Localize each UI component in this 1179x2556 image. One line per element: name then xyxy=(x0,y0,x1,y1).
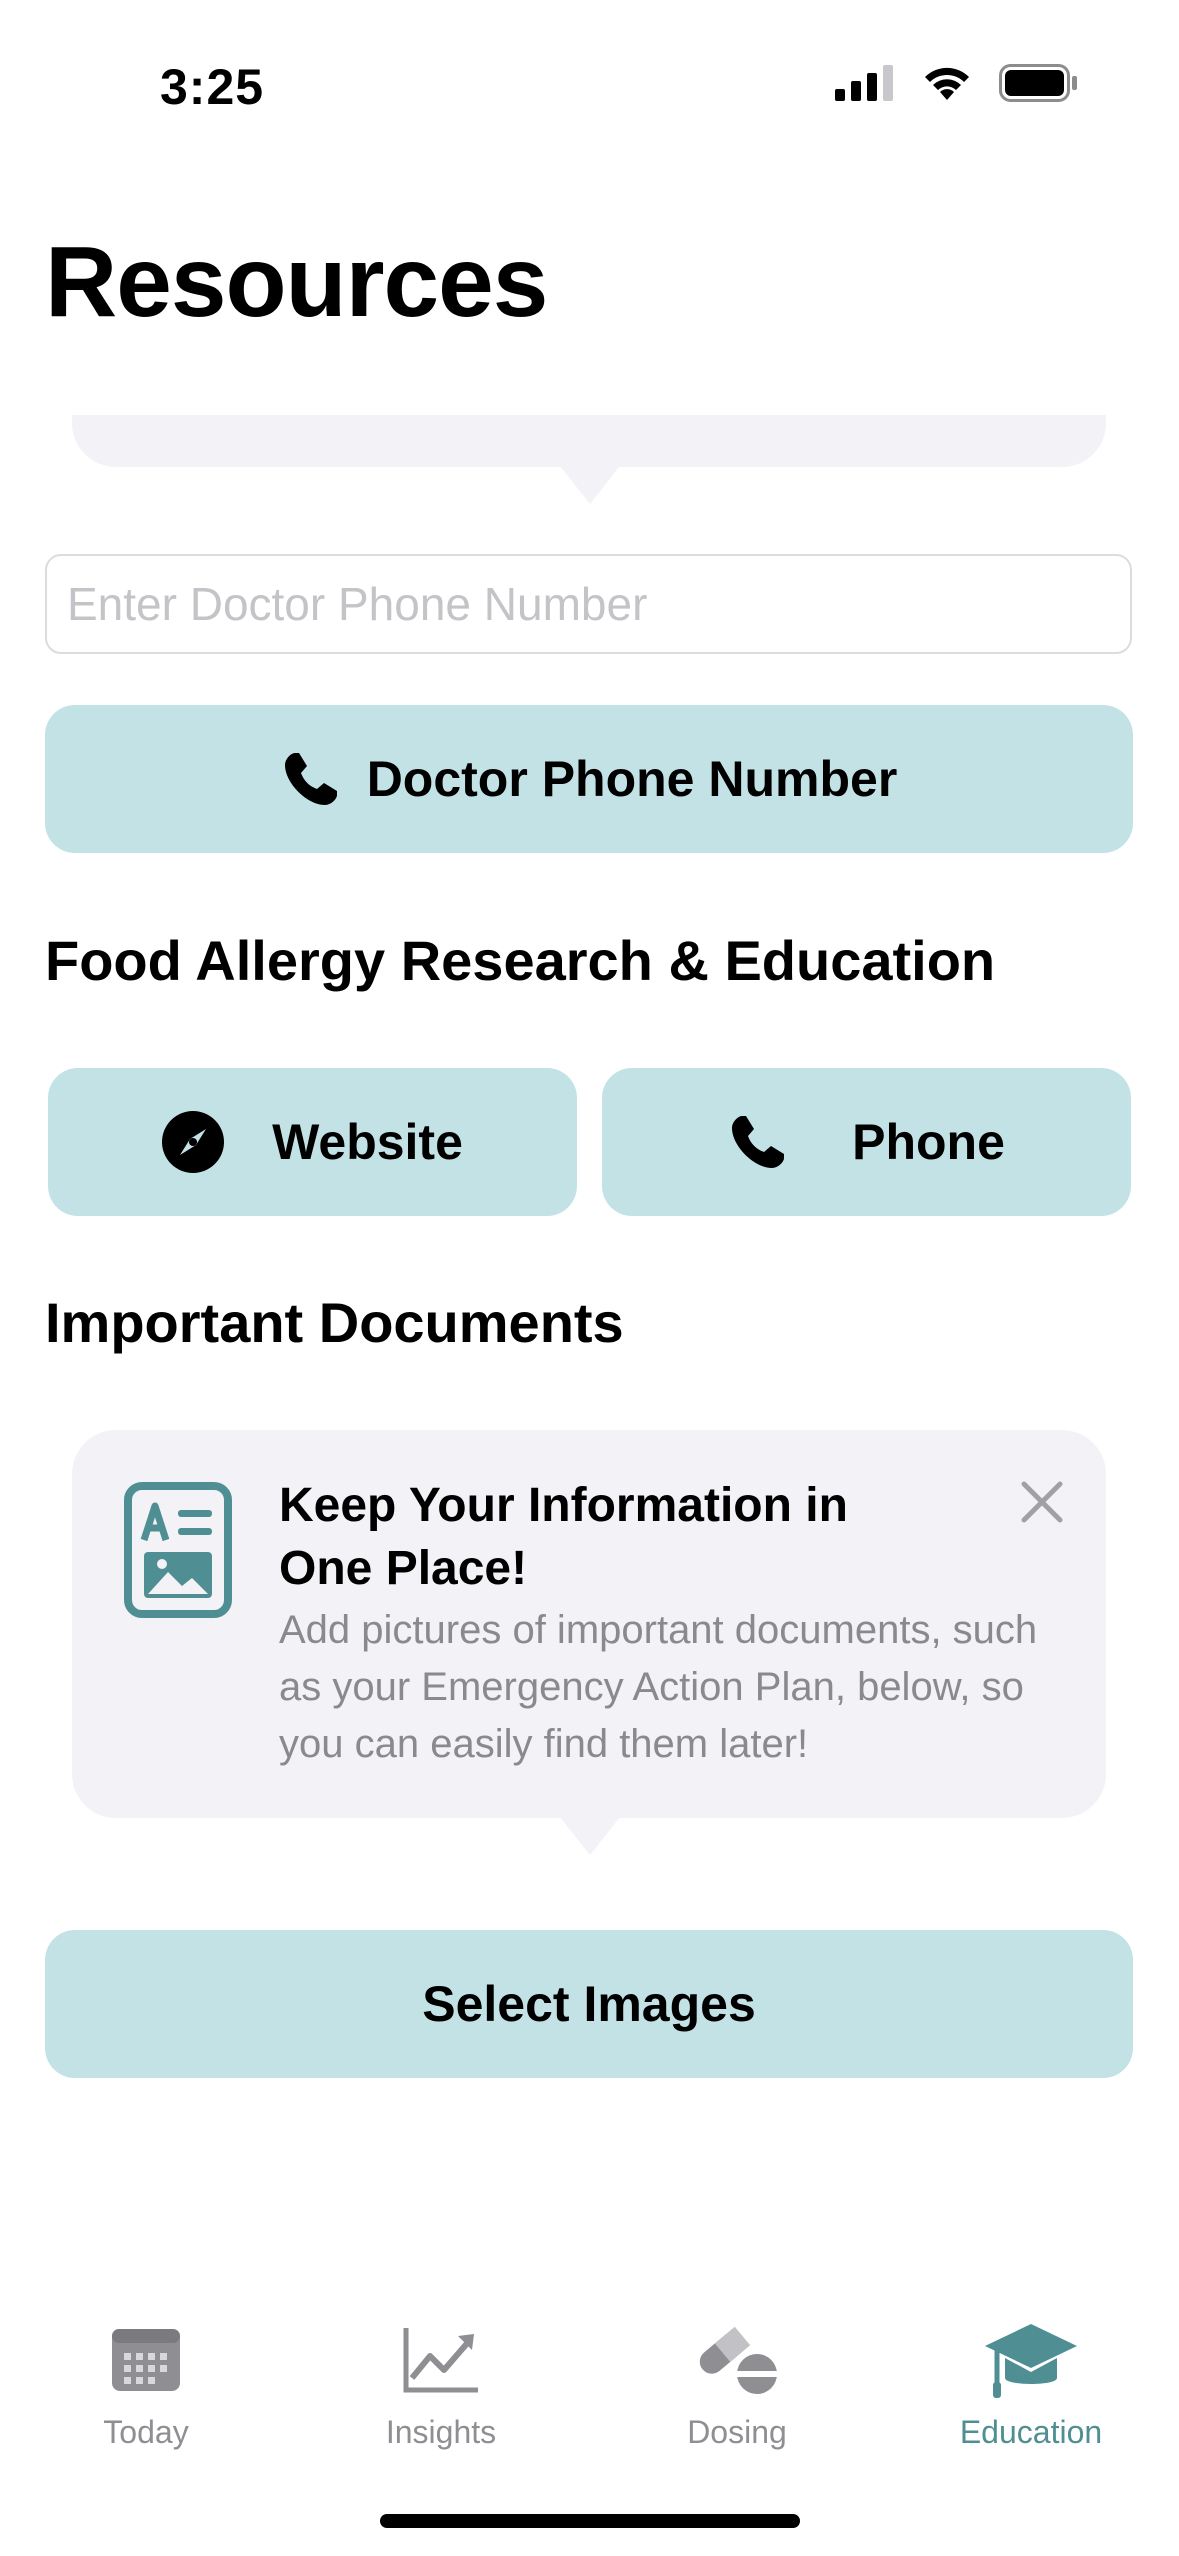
fare-phone-button[interactable]: Phone xyxy=(602,1068,1131,1216)
tab-education-label: Education xyxy=(959,2414,1103,2450)
doctor-phone-input[interactable] xyxy=(45,554,1132,654)
calendar-icon xyxy=(110,2320,182,2400)
phone-icon xyxy=(728,1112,788,1172)
chart-icon xyxy=(402,2320,480,2400)
tab-today-label: Today xyxy=(103,2414,189,2450)
documents-tip-card: Keep Your Information in One Place! Add … xyxy=(72,1430,1106,1818)
home-indicator[interactable] xyxy=(380,2514,800,2528)
fare-phone-label: Phone xyxy=(852,1114,1005,1170)
tab-dosing[interactable]: Dosing xyxy=(617,2320,857,2451)
tab-education[interactable]: Education xyxy=(911,2320,1151,2451)
tab-dosing-label: Dosing xyxy=(687,2414,787,2450)
doctor-phone-button-label: Doctor Phone Number xyxy=(366,751,898,807)
documents-section-heading: Important Documents xyxy=(45,1291,624,1354)
compass-icon xyxy=(162,1111,225,1173)
tab-today[interactable]: Today xyxy=(26,2320,266,2451)
tab-insights-label: Insights xyxy=(385,2414,497,2450)
resources-screen: 3:25 Resources Doctor Phone xyxy=(0,0,1179,2556)
tab-insights[interactable]: Insights xyxy=(321,2320,561,2451)
tip-bubble-top xyxy=(72,415,1106,467)
phone-icon xyxy=(281,749,341,809)
page-title: Resources xyxy=(45,226,548,338)
documents-tip-title: Keep Your Information in One Place! xyxy=(279,1479,848,1595)
fare-section-heading: Food Allergy Research & Education xyxy=(45,929,996,992)
battery-icon xyxy=(999,64,1077,102)
status-icons xyxy=(835,64,1079,102)
close-icon[interactable] xyxy=(1020,1480,1064,1529)
pills-icon xyxy=(695,2320,779,2400)
fare-website-button[interactable]: Website xyxy=(48,1068,577,1216)
cellular-signal-icon xyxy=(835,65,893,101)
doctor-phone-button[interactable]: Doctor Phone Number xyxy=(45,705,1133,853)
graduation-cap-icon xyxy=(983,2320,1079,2400)
tip-bubble-top-pointer xyxy=(560,466,620,504)
documents-tip-card-pointer xyxy=(560,1817,620,1855)
document-image-icon xyxy=(124,1482,232,1623)
select-images-button[interactable]: Select Images xyxy=(45,1930,1133,2078)
status-time: 3:25 xyxy=(160,59,265,115)
wifi-icon xyxy=(925,67,969,100)
tab-bar: Today Insights Dosing Education xyxy=(0,2320,1179,2480)
documents-tip-body: Add pictures of important documents, suc… xyxy=(279,1608,1038,1766)
fare-website-label: Website xyxy=(272,1114,463,1170)
select-images-label: Select Images xyxy=(422,1976,756,2032)
